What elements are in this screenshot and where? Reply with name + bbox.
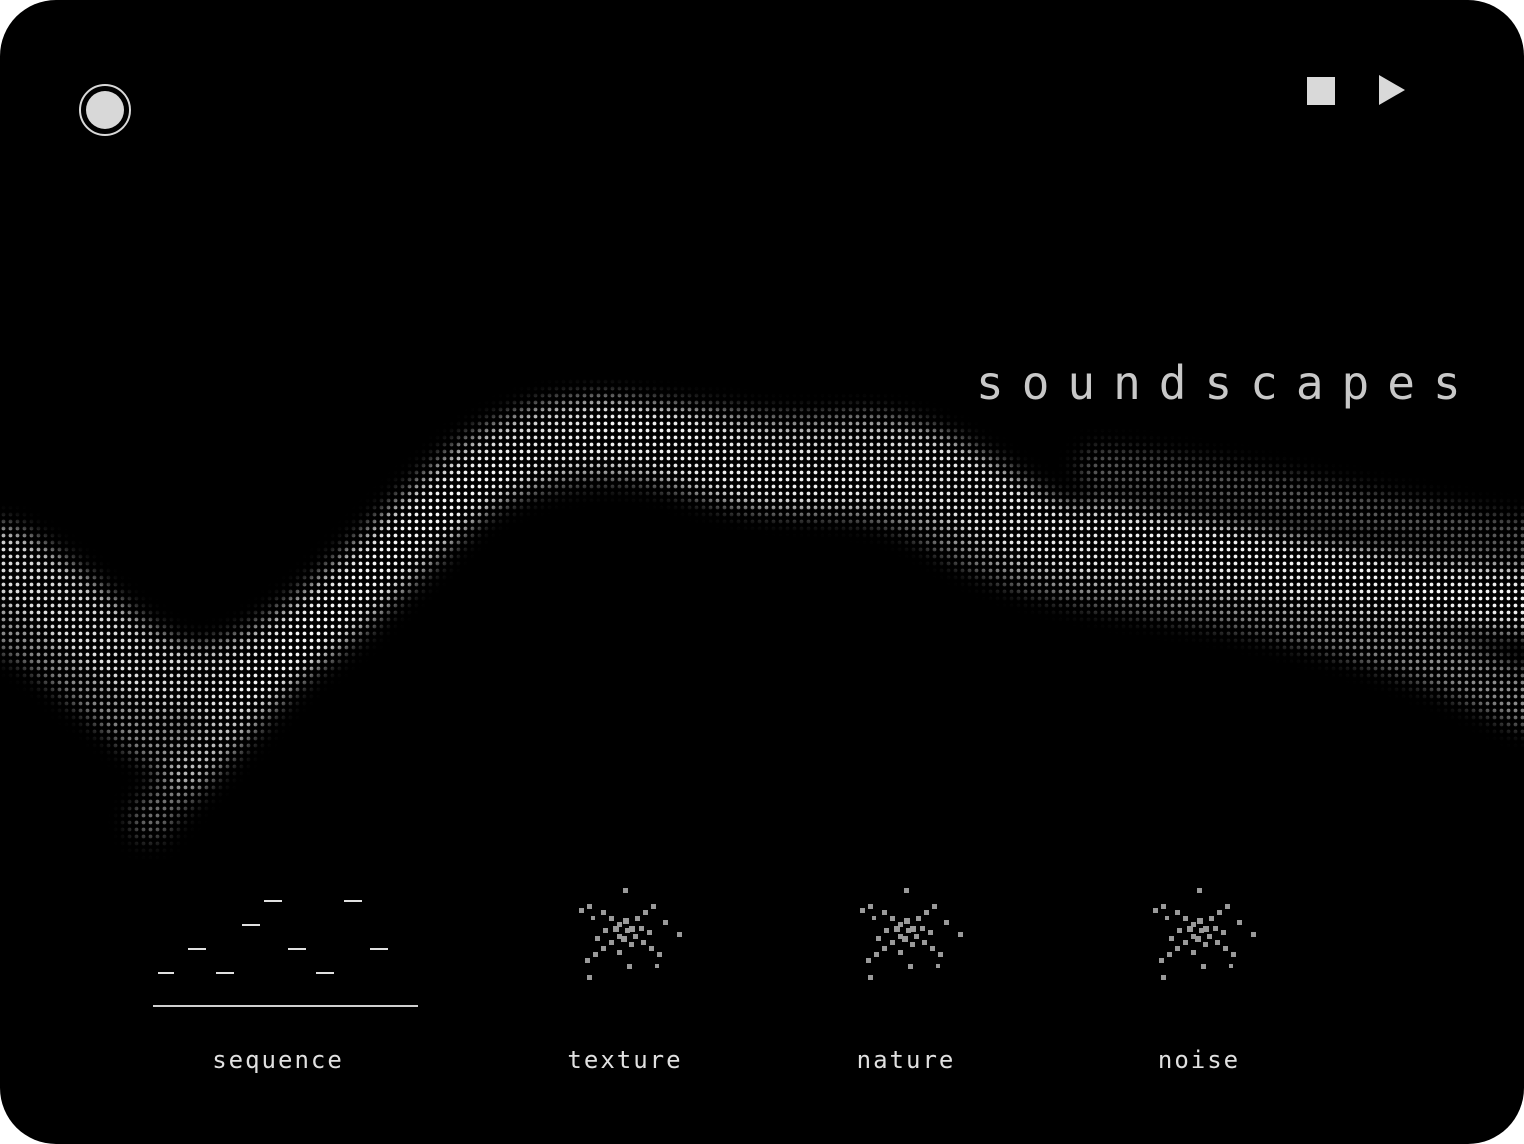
pixel-sparkle-icon <box>579 888 682 980</box>
mode-label: sequence <box>212 1046 344 1074</box>
app-window: soundscapes sequence texture nature nois… <box>0 0 1524 1144</box>
record-button[interactable] <box>79 84 131 136</box>
mode-sequence[interactable]: sequence <box>158 880 398 1080</box>
record-icon <box>86 91 124 129</box>
pixel-sparkle-icon <box>1153 888 1256 980</box>
mode-label: nature <box>856 1046 956 1074</box>
mode-nature[interactable]: nature <box>786 880 1026 1080</box>
pixel-sparkle-icon <box>860 888 963 980</box>
sequence-steps-icon <box>158 900 388 974</box>
play-button[interactable] <box>1379 75 1405 105</box>
selected-mode-indicator <box>153 1005 418 1007</box>
mode-texture[interactable]: texture <box>505 880 745 1080</box>
stop-button[interactable] <box>1307 77 1335 105</box>
app-title: soundscapes <box>976 356 1479 410</box>
mode-label: noise <box>1157 1046 1241 1074</box>
mode-label: texture <box>567 1046 683 1074</box>
mode-noise[interactable]: noise <box>1079 880 1319 1080</box>
